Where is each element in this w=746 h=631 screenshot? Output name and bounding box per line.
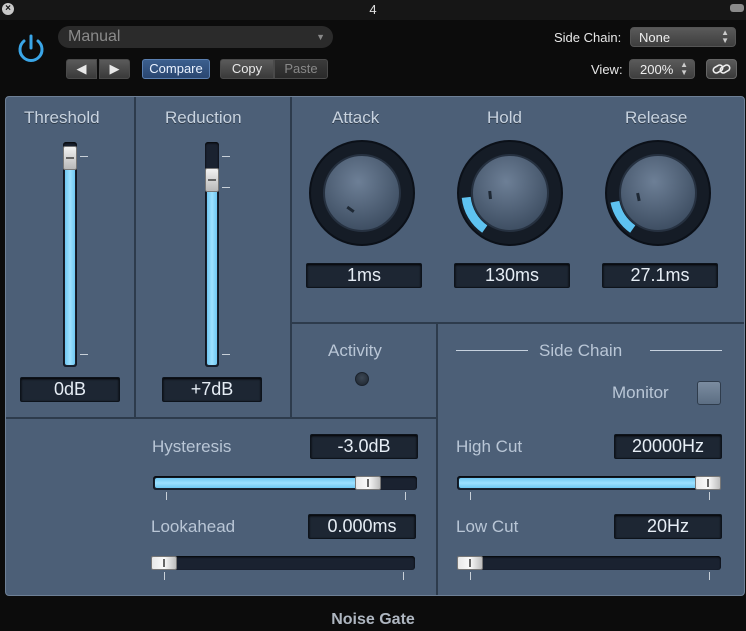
tick-mark xyxy=(222,156,230,157)
monitor-checkbox[interactable] xyxy=(697,381,721,405)
plugin-header: Manual ▼ ◀ ▶ Compare Copy Paste Side Cha… xyxy=(0,20,746,90)
activity-label: Activity xyxy=(328,341,382,360)
activity-led xyxy=(355,372,369,386)
reduction-fill xyxy=(207,180,217,365)
attack-knob-graphic xyxy=(309,140,415,246)
tick-mark xyxy=(164,572,165,580)
stepper-icon: ▲ ▼ xyxy=(721,28,729,45)
release-label: Release xyxy=(625,108,688,127)
high-cut-label: High Cut xyxy=(456,437,523,456)
release-knob-graphic xyxy=(605,140,711,246)
tick-mark xyxy=(709,492,710,500)
window-title: 4 xyxy=(369,2,377,17)
preset-menu[interactable]: Manual ▼ xyxy=(58,26,333,48)
tick-mark xyxy=(470,492,471,500)
title-bar: × 4 xyxy=(0,0,746,20)
hold-knob-graphic xyxy=(457,140,563,246)
high-cut-slider-thumb[interactable] xyxy=(695,476,721,490)
lookahead-slider-thumb[interactable] xyxy=(151,556,177,570)
side-chain-label: Side Chain: xyxy=(554,30,622,45)
view-label: View: xyxy=(591,62,623,77)
lookahead-slider[interactable] xyxy=(151,556,415,570)
tick-mark xyxy=(80,156,88,157)
threshold-value[interactable]: 0dB xyxy=(20,377,120,402)
low-cut-label: Low Cut xyxy=(456,517,519,536)
threshold-label: Threshold xyxy=(24,108,100,127)
chevron-down-icon: ▼ xyxy=(316,32,325,42)
high-cut-value[interactable]: 20000Hz xyxy=(614,434,722,459)
monitor-label: Monitor xyxy=(612,383,669,402)
hold-label: Hold xyxy=(487,108,522,127)
plugin-name: Noise Gate xyxy=(331,611,415,628)
side-chain-value: None xyxy=(639,30,671,45)
window-control-button[interactable] xyxy=(730,4,744,12)
power-icon[interactable] xyxy=(14,32,48,66)
preset-name: Manual xyxy=(68,28,121,45)
tick-mark xyxy=(405,492,406,500)
divider xyxy=(134,97,136,419)
tick-mark xyxy=(470,572,471,580)
low-cut-slider-thumb[interactable] xyxy=(457,556,483,570)
hold-value[interactable]: 130ms xyxy=(454,263,570,288)
threshold-fill xyxy=(65,158,75,365)
tick-mark xyxy=(709,572,710,580)
tick-mark xyxy=(166,492,167,500)
reduction-slider-thumb[interactable] xyxy=(205,168,219,193)
hysteresis-slider-thumb[interactable] xyxy=(355,476,382,490)
low-cut-value[interactable]: 20Hz xyxy=(614,514,722,539)
link-button[interactable] xyxy=(706,59,737,79)
release-value[interactable]: 27.1ms xyxy=(602,263,718,288)
stepper-icon: ▲ ▼ xyxy=(680,60,688,77)
tick-mark xyxy=(403,572,404,580)
hold-knob[interactable] xyxy=(456,139,564,247)
hysteresis-slider[interactable] xyxy=(153,476,417,490)
divider xyxy=(6,417,438,419)
threshold-slider[interactable] xyxy=(63,142,77,367)
hysteresis-label: Hysteresis xyxy=(152,437,232,456)
reduction-label: Reduction xyxy=(165,108,242,127)
noise-gate-panel: Threshold 0dB Reduction +7dB Attack 1ms … xyxy=(5,96,745,596)
view-zoom-select[interactable]: 200% ▲ ▼ xyxy=(629,59,695,79)
divider xyxy=(290,97,292,419)
compare-button[interactable]: Compare xyxy=(142,59,210,79)
tick-mark xyxy=(222,187,230,188)
hysteresis-fill xyxy=(155,478,369,488)
side-chain-select[interactable]: None ▲ ▼ xyxy=(630,27,736,47)
divider xyxy=(650,350,722,351)
tick-mark xyxy=(222,354,230,355)
link-icon xyxy=(712,64,731,74)
divider xyxy=(436,322,438,595)
lookahead-value[interactable]: 0.000ms xyxy=(308,514,416,539)
view-zoom-value: 200% xyxy=(640,62,674,77)
copy-button[interactable]: Copy xyxy=(220,59,274,79)
tick-mark xyxy=(80,354,88,355)
low-cut-slider[interactable] xyxy=(457,556,721,570)
attack-label: Attack xyxy=(332,108,380,127)
side-chain-title: Side Chain xyxy=(539,341,623,360)
previous-preset-button[interactable]: ◀ xyxy=(66,59,97,79)
release-knob[interactable] xyxy=(604,139,712,247)
high-cut-slider[interactable] xyxy=(457,476,721,490)
divider xyxy=(456,350,528,351)
paste-button[interactable]: Paste xyxy=(274,59,328,79)
attack-knob[interactable] xyxy=(308,139,416,247)
next-preset-button[interactable]: ▶ xyxy=(99,59,130,79)
reduction-value[interactable]: +7dB xyxy=(162,377,262,402)
lookahead-label: Lookahead xyxy=(151,517,236,536)
attack-value[interactable]: 1ms xyxy=(306,263,422,288)
hysteresis-value[interactable]: -3.0dB xyxy=(310,434,418,459)
high-cut-fill xyxy=(459,478,708,488)
threshold-slider-thumb[interactable] xyxy=(63,146,77,171)
divider xyxy=(290,322,744,324)
